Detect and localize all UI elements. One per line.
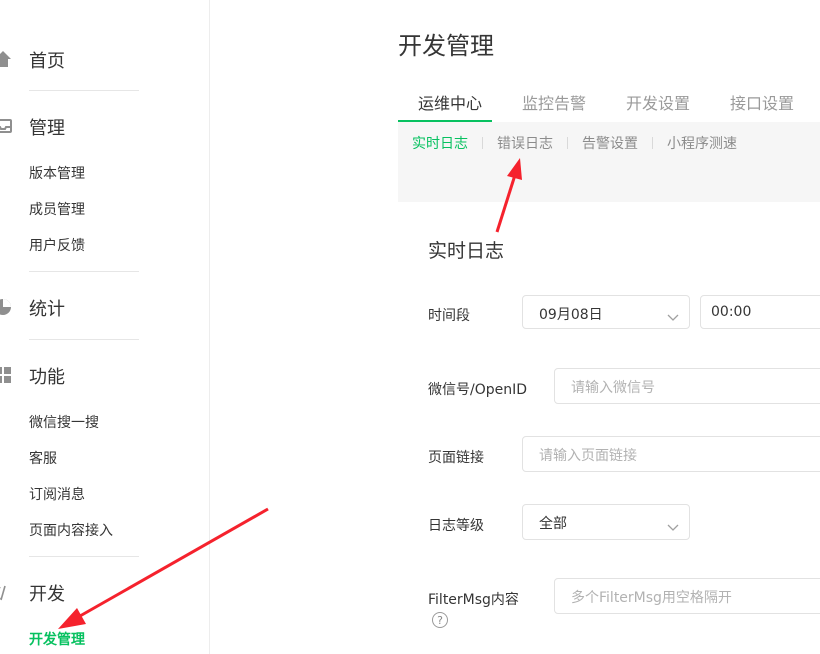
sidebar-item-subscription-messages[interactable]: 订阅消息 xyxy=(29,484,85,506)
nav-section-development[interactable]: 开发 xyxy=(0,573,180,609)
nav-section-label: 开发 xyxy=(29,584,65,605)
grid-icon xyxy=(0,366,12,384)
divider xyxy=(29,271,139,272)
time-value: 00:00 xyxy=(711,304,752,320)
time-range-label: 时间段 xyxy=(428,308,470,324)
nav-section-label: 功能 xyxy=(29,367,65,388)
subtab-separator xyxy=(652,137,653,149)
log-level-value: 全部 xyxy=(539,516,567,532)
code-icon xyxy=(0,584,12,602)
sidebar-item-dev-management[interactable]: 开发管理 xyxy=(29,629,85,651)
tab-monitoring-alerts[interactable]: 监控告警 xyxy=(522,90,586,114)
divider xyxy=(29,556,139,557)
wechat-id-input[interactable]: 请输入微信号 xyxy=(554,368,820,404)
sidebar-item-member-management[interactable]: 成员管理 xyxy=(29,199,85,221)
nav-section-manage[interactable]: 管理 xyxy=(0,107,180,143)
subtab-realtime-log[interactable]: 实时日志 xyxy=(412,133,468,153)
filter-msg-label: FilterMsg内容 xyxy=(428,592,519,608)
date-value: 09月08日 xyxy=(539,307,603,323)
inbox-icon xyxy=(0,117,12,135)
sidebar-item-wechat-search[interactable]: 微信搜一搜 xyxy=(29,412,99,434)
pie-chart-icon xyxy=(0,298,12,316)
home-icon xyxy=(0,50,12,68)
nav-section-statistics[interactable]: 统计 xyxy=(0,288,180,324)
page-title: 开发管理 xyxy=(398,32,494,60)
date-select[interactable]: 09月08日 xyxy=(522,295,690,329)
subtab-miniprogram-speed[interactable]: 小程序测速 xyxy=(667,133,737,153)
subtab-bar: 实时日志 错误日志 告警设置 小程序测速 xyxy=(398,122,820,162)
chevron-down-icon xyxy=(667,307,679,321)
tab-dev-settings[interactable]: 开发设置 xyxy=(626,90,690,114)
help-icon[interactable]: ? xyxy=(432,612,448,628)
nav-section-label: 首页 xyxy=(29,51,65,72)
divider xyxy=(29,339,139,340)
log-level-select[interactable]: 全部 xyxy=(522,504,690,540)
tab-bar: 运维中心 监控告警 开发设置 接口设置 xyxy=(398,80,820,123)
filter-msg-placeholder: 多个FilterMsg用空格隔开 xyxy=(571,590,732,606)
page-link-placeholder: 请输入页面链接 xyxy=(539,448,637,464)
tab-api-settings[interactable]: 接口设置 xyxy=(730,90,794,114)
filter-msg-input[interactable]: 多个FilterMsg用空格隔开 xyxy=(554,578,820,614)
subtab-error-log[interactable]: 错误日志 xyxy=(497,133,553,153)
nav-section-label: 统计 xyxy=(29,299,65,320)
page-link-label: 页面链接 xyxy=(428,450,484,466)
subtab-separator xyxy=(482,137,483,149)
nav-section-features[interactable]: 功能 xyxy=(0,356,180,392)
subtab-alert-settings[interactable]: 告警设置 xyxy=(582,133,638,153)
sidebar-item-customer-service[interactable]: 客服 xyxy=(29,448,57,470)
chevron-down-icon xyxy=(667,517,679,531)
subtab-separator xyxy=(567,137,568,149)
sidebar-item-user-feedback[interactable]: 用户反馈 xyxy=(29,235,85,257)
page-link-input[interactable]: 请输入页面链接 xyxy=(522,436,820,472)
sidebar: 首页 管理 版本管理 成员管理 用户反馈 统计 功能 微信搜一搜 客服 订阅消息… xyxy=(0,0,210,654)
wechat-id-label: 微信号/OpenID xyxy=(428,382,528,398)
divider xyxy=(29,90,139,91)
sidebar-item-page-content-access[interactable]: 页面内容接入 xyxy=(29,520,113,542)
wechat-id-placeholder: 请输入微信号 xyxy=(571,380,655,396)
sidebar-item-version-management[interactable]: 版本管理 xyxy=(29,163,85,185)
tab-ops-center[interactable]: 运维中心 xyxy=(418,90,482,114)
panel-title: 实时日志 xyxy=(428,240,505,262)
time-select[interactable]: 00:00 xyxy=(700,295,820,329)
log-level-label: 日志等级 xyxy=(428,518,484,534)
nav-section-home[interactable]: 首页 xyxy=(0,40,180,76)
nav-section-label: 管理 xyxy=(29,118,65,139)
